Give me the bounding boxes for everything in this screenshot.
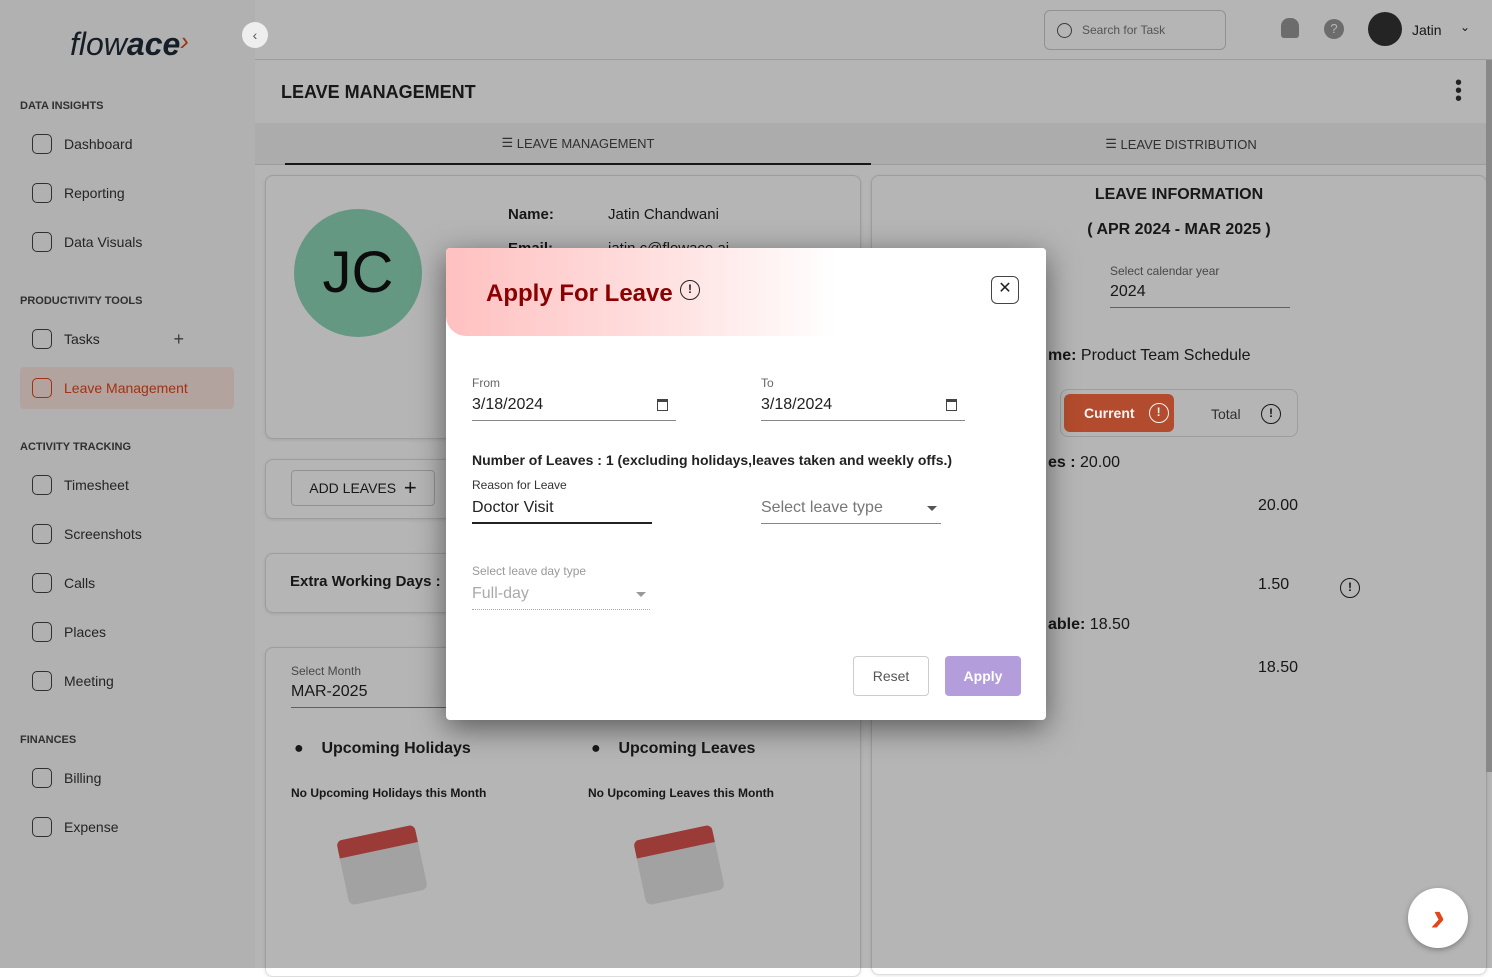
current-label: Current (1084, 405, 1135, 421)
caret-down-icon (636, 592, 646, 597)
to-date-input[interactable]: 3/18/2024 (761, 393, 965, 421)
from-date-input[interactable]: 3/18/2024 (472, 393, 676, 421)
leave-type-placeholder: Select leave type (761, 499, 883, 516)
calendar-icon[interactable] (946, 399, 957, 411)
from-value: 3/18/2024 (472, 396, 544, 413)
close-button[interactable]: ✕ (991, 276, 1019, 304)
day-type-value: Full-day (472, 585, 529, 602)
reset-button[interactable]: Reset (853, 656, 929, 696)
apply-button[interactable]: Apply (945, 656, 1021, 696)
leave-count-text: Number of Leaves : 1 (excluding holidays… (472, 452, 953, 468)
leave-type-select[interactable]: Select leave type (761, 496, 941, 524)
day-type-label: Select leave day type (472, 564, 587, 578)
dialog-header: Apply For Leave ! ✕ (446, 248, 1046, 336)
to-label: To (761, 376, 774, 390)
flowace-assistant-button[interactable]: › (1408, 888, 1468, 948)
reason-input[interactable]: Doctor Visit (472, 496, 652, 524)
day-type-select[interactable]: Full-day (472, 582, 650, 610)
current-toggle[interactable]: Current! (1064, 394, 1174, 432)
info-icon: ! (1148, 403, 1169, 423)
to-value: 3/18/2024 (761, 396, 833, 413)
reason-label: Reason for Leave (472, 478, 567, 492)
dialog-title: Apply For Leave (486, 280, 673, 307)
apply-leave-dialog: Apply For Leave ! ✕ From 3/18/2024 To 3/… (446, 248, 1046, 720)
caret-down-icon (927, 506, 937, 511)
calendar-icon[interactable] (657, 399, 668, 411)
scrollbar[interactable] (1486, 60, 1492, 772)
from-label: From (472, 376, 500, 390)
collapse-sidebar-button[interactable]: ‹ (242, 22, 268, 48)
info-icon[interactable]: ! (680, 280, 700, 300)
